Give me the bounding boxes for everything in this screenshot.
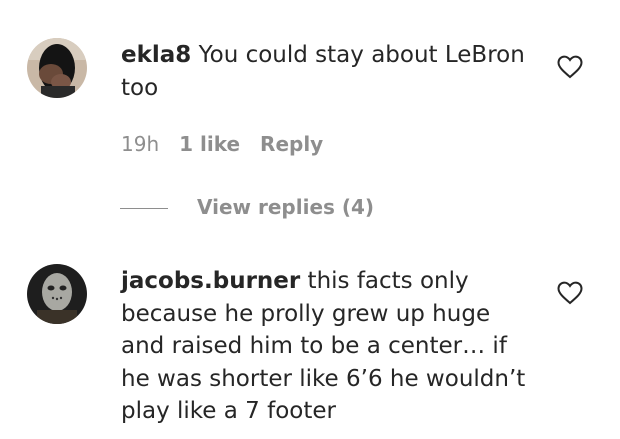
timestamp: 19h — [121, 132, 160, 156]
avatar[interactable] — [27, 264, 87, 324]
reply-button[interactable]: Reply — [260, 132, 323, 156]
comment-meta: 19h 1 like Reply — [121, 132, 343, 156]
comment-text: jacobs.burner this facts only because he… — [121, 265, 536, 428]
username[interactable]: jacobs.burner — [121, 268, 300, 294]
like-heart-icon[interactable] — [557, 55, 583, 79]
like-heart-icon[interactable] — [557, 281, 583, 305]
likes-count[interactable]: 1 like — [179, 132, 240, 156]
view-replies-button[interactable]: View replies (4) — [197, 195, 374, 219]
avatar[interactable] — [27, 38, 87, 98]
username[interactable]: ekla8 — [121, 42, 191, 68]
comment-text: ekla8 You could stay about LeBron too — [121, 39, 536, 104]
replies-divider — [120, 208, 168, 209]
